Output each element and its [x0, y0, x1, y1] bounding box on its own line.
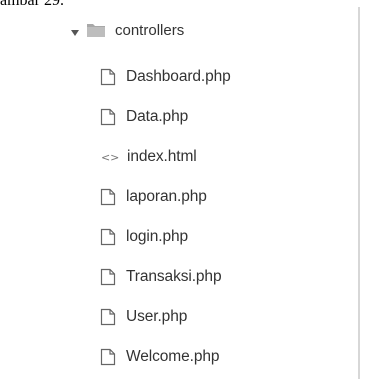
file-item-welcome[interactable]: Welcome.php — [100, 337, 231, 377]
file-item-laporan[interactable]: laporan.php — [100, 177, 231, 217]
file-item-login[interactable]: login.php — [100, 217, 231, 257]
file-item-user[interactable]: User.php — [100, 297, 231, 337]
file-icon — [100, 108, 116, 126]
folder-icon — [86, 22, 106, 38]
file-icon — [100, 188, 116, 206]
file-label: login.php — [126, 228, 189, 245]
file-label: User.php — [126, 308, 188, 325]
file-icon — [100, 348, 116, 366]
file-label: Dashboard.php — [126, 68, 231, 85]
file-icon — [100, 68, 116, 86]
file-label: Welcome.php — [126, 348, 220, 365]
file-item-index[interactable]: <> index.html — [100, 137, 231, 177]
code-icon: <> — [101, 150, 120, 164]
file-tree-panel: controllers Dashboard.php Data.php <> in… — [58, 7, 360, 379]
file-item-data[interactable]: Data.php — [100, 97, 231, 137]
file-icon — [100, 228, 116, 246]
caret-down-icon[interactable] — [70, 25, 80, 36]
file-list: Dashboard.php Data.php <> index.html lap… — [100, 57, 231, 377]
file-label: laporan.php — [126, 188, 207, 205]
folder-label: controllers — [115, 21, 185, 39]
file-label: Data.php — [126, 108, 189, 125]
file-icon — [100, 268, 116, 286]
file-item-dashboard[interactable]: Dashboard.php — [100, 57, 231, 97]
file-item-transaksi[interactable]: Transaksi.php — [100, 257, 231, 297]
file-label: Transaksi.php — [126, 268, 222, 285]
file-icon — [100, 308, 116, 326]
caption-text: ambar 29. — [0, 0, 64, 9]
file-label: index.html — [127, 148, 197, 165]
folder-controllers[interactable]: controllers — [70, 19, 184, 41]
